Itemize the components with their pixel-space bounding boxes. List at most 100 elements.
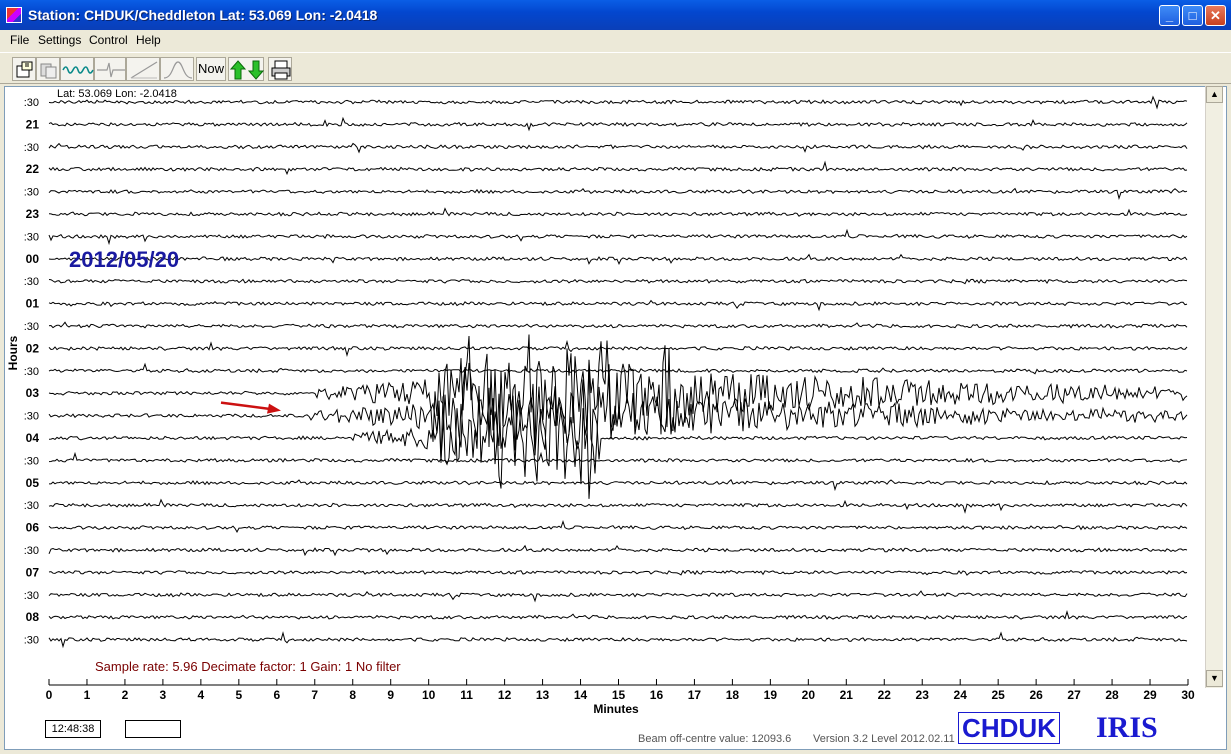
station-coords-label: Lat: 53.069 Lon: -2.0418 (57, 88, 177, 100)
seismogram-panel: Lat: 53.069 Lon: -2.0418 :30 21 :30 22 :30 23:… (4, 86, 1227, 750)
row-label: 08 (26, 610, 40, 624)
row-label: :30 (24, 187, 39, 199)
trace-row (48, 95, 1188, 110)
x-tick-label: 8 (349, 688, 356, 702)
row-label: 01 (26, 297, 40, 311)
time-display: 12:48:38 (45, 720, 101, 738)
trace-row (48, 610, 1188, 620)
x-tick-label: 14 (574, 688, 588, 702)
onset-arrow (220, 401, 276, 411)
trace-row (48, 187, 1188, 200)
row-label: :30 (24, 635, 39, 647)
row-label: 21 (26, 117, 40, 131)
x-axis-title: Minutes (593, 702, 639, 716)
vertical-scrollbar[interactable]: ▲ ▼ (1205, 86, 1223, 688)
x-tick-label: 13 (536, 688, 550, 702)
spike-icon[interactable] (94, 57, 126, 81)
empty-field[interactable] (125, 720, 181, 738)
row-label: 04 (26, 431, 40, 445)
menu-control[interactable]: Control (89, 33, 128, 47)
row-label: :30 (24, 366, 39, 378)
x-tick-label: 26 (1029, 688, 1043, 702)
x-tick-label: 18 (726, 688, 740, 702)
x-tick-label: 3 (160, 688, 167, 702)
iris-logo: IRIS (1096, 711, 1158, 744)
trace-row (48, 228, 1188, 246)
x-tick-label: 30 (1181, 688, 1195, 702)
slope-icon[interactable] (126, 57, 160, 81)
row-label: :30 (24, 500, 39, 512)
beam-offset-text: Beam off-centre value: 12093.6 (638, 733, 792, 745)
row-label: :30 (24, 97, 39, 109)
onset-arrow-head (267, 403, 281, 414)
x-tick-label: 10 (422, 688, 436, 702)
x-tick-label: 5 (235, 688, 242, 702)
row-label: :30 (24, 455, 39, 467)
row-label: 22 (26, 162, 40, 176)
seismogram-plot: Lat: 53.069 Lon: -2.0418 :30 21 :30 22 :30 23:… (6, 88, 1195, 716)
scroll-down-icon[interactable]: ▼ (1206, 670, 1223, 687)
row-label: 05 (26, 476, 40, 490)
version-text: Version 3.2 Level 2012.02.11 (813, 733, 955, 745)
row-label: :30 (24, 321, 39, 333)
printer-icon[interactable] (268, 57, 292, 81)
open-file-icon[interactable] (12, 57, 36, 81)
menu-file[interactable]: File (10, 33, 29, 47)
waveform-icon[interactable] (60, 57, 94, 81)
row-label: 00 (26, 252, 40, 266)
trace-row (48, 321, 1188, 329)
trace-row (48, 520, 1188, 533)
trace-row (48, 362, 1188, 474)
x-tick-label: 0 (46, 688, 53, 702)
trace-row (48, 299, 1188, 312)
trace-row (48, 498, 1188, 514)
x-tick-label: 11 (460, 688, 473, 702)
toolbar: Now (0, 52, 1231, 84)
now-button[interactable]: Now (196, 57, 226, 81)
trace-row (48, 339, 1188, 358)
x-tick-label: 24 (954, 688, 968, 702)
trace-row (48, 116, 1188, 132)
row-label: :30 (24, 545, 39, 557)
date-label: 2012/05/20 (69, 247, 179, 272)
x-tick-label: 27 (1067, 688, 1081, 702)
row-label: :30 (24, 590, 39, 602)
x-tick-label: 12 (498, 688, 512, 702)
row-label: :30 (24, 276, 39, 288)
row-label: 03 (26, 386, 40, 400)
trace-row (48, 160, 1188, 176)
scroll-up-icon[interactable]: ▲ (1206, 86, 1223, 103)
row-label: 23 (26, 207, 40, 221)
x-tick-label: 21 (840, 688, 854, 702)
x-tick-label: 25 (991, 688, 1005, 702)
row-label: 06 (26, 521, 40, 535)
bell-curve-icon[interactable] (160, 57, 194, 81)
trace-row (49, 478, 1188, 492)
row-label: :30 (24, 231, 39, 243)
x-tick-label: 4 (198, 688, 205, 702)
trace-row (48, 334, 1188, 451)
minimize-button[interactable]: _ (1159, 5, 1180, 26)
menu-help[interactable]: Help (136, 33, 161, 47)
trace-row (48, 253, 1188, 266)
up-down-arrows-icon[interactable] (228, 57, 265, 81)
trace-row (48, 142, 1188, 154)
maximize-button[interactable]: □ (1182, 5, 1203, 26)
y-axis-title: Hours (6, 335, 20, 370)
x-tick-label: 17 (688, 688, 702, 702)
trace-row (48, 451, 1188, 463)
x-tick-label: 1 (84, 688, 91, 702)
menu-settings[interactable]: Settings (38, 33, 81, 47)
x-tick-label: 28 (1105, 688, 1119, 702)
row-label: 07 (26, 565, 40, 579)
x-tick-label: 9 (387, 688, 394, 702)
window-title: Station: CHDUK/Cheddleton Lat: 53.069 Lo… (28, 7, 378, 23)
trace-row (48, 590, 1188, 603)
menu-bar: File Settings Control Help (0, 30, 1231, 50)
close-button[interactable]: ✕ (1205, 5, 1226, 26)
copy-icon[interactable] (36, 57, 60, 81)
trace-row (48, 569, 1188, 576)
row-label: 02 (26, 341, 40, 355)
title-bar: Station: CHDUK/Cheddleton Lat: 53.069 Lo… (0, 0, 1231, 30)
trace-row (48, 207, 1188, 217)
